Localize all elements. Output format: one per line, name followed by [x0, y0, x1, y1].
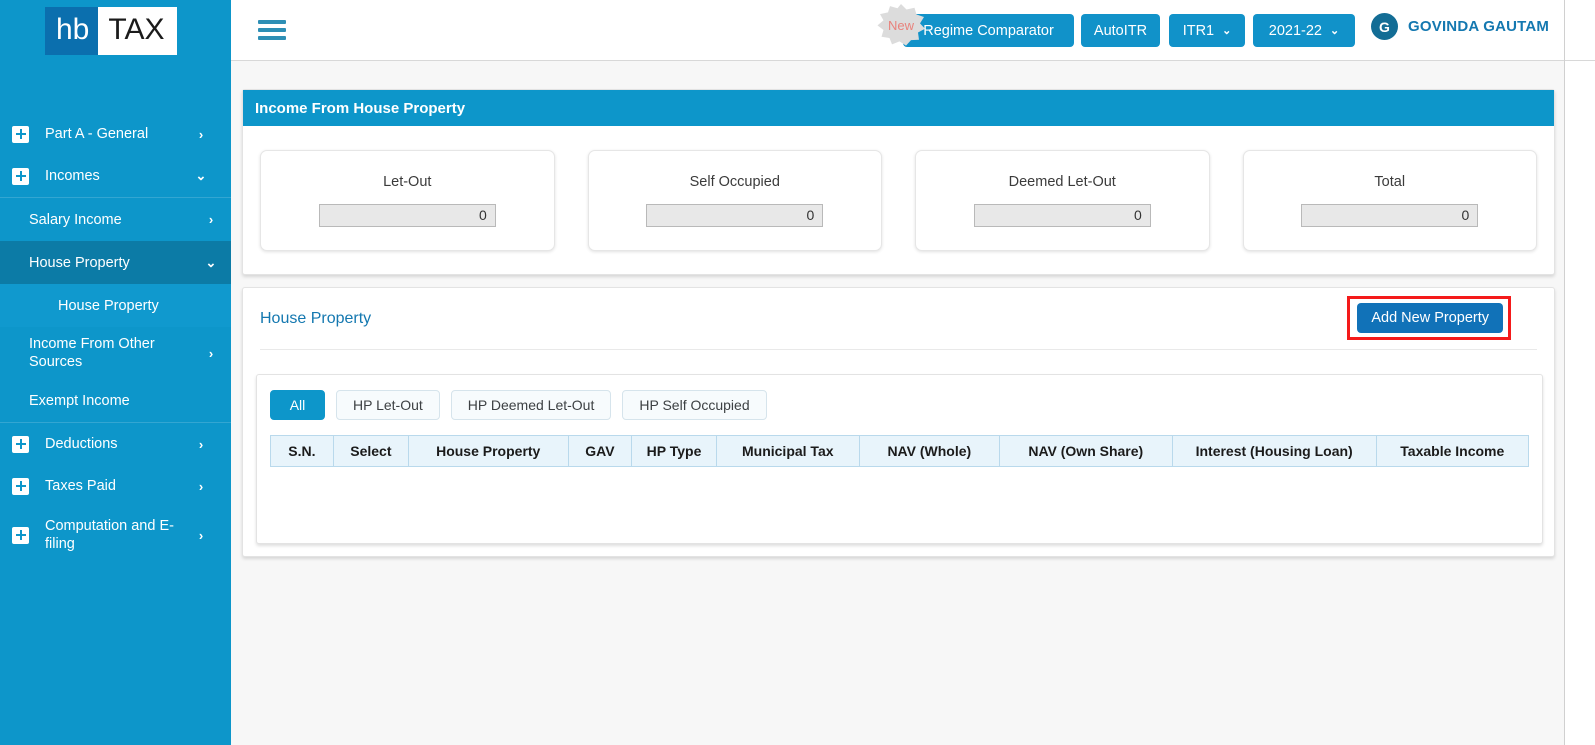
filter-tab-all[interactable]: All — [270, 390, 325, 420]
house-property-panel: House Property Add New Property All HP L… — [242, 287, 1555, 557]
summary-cards-row: Let-Out Self Occupied Deemed Let-Out Tot… — [243, 126, 1554, 274]
summary-card-label: Self Occupied — [689, 173, 780, 190]
chevron-right-icon: › — [198, 126, 204, 142]
chevron-right-icon: › — [208, 345, 214, 361]
column-header-hp-type[interactable]: HP Type — [631, 435, 717, 467]
summary-card-label: Deemed Let-Out — [1008, 173, 1116, 190]
sidebar-item-deductions[interactable]: Deductions › — [0, 423, 231, 465]
page-right-edge — [1564, 0, 1565, 745]
new-badge: New — [877, 4, 925, 46]
sidebar-item-exempt-income[interactable]: Exempt Income — [0, 379, 231, 422]
itr-type-value: ITR1 — [1182, 22, 1215, 39]
regime-comparator-button[interactable]: Regime Comparator — [903, 14, 1074, 47]
user-menu[interactable]: G GOVINDA GAUTAM — [1371, 13, 1549, 40]
column-header-select[interactable]: Select — [332, 435, 409, 467]
summary-card-label: Total — [1374, 173, 1406, 190]
sidebar-item-label: Taxes Paid — [45, 478, 116, 494]
plus-box-icon — [12, 125, 29, 143]
column-header-municipal-tax[interactable]: Municipal Tax — [715, 435, 860, 467]
summary-card-deemed-let-out: Deemed Let-Out — [915, 149, 1210, 251]
let-out-value-input[interactable] — [318, 203, 496, 227]
self-occupied-value-input[interactable] — [646, 203, 824, 227]
sidebar-item-label: House Property — [29, 254, 130, 271]
chevron-right-icon: › — [198, 436, 204, 452]
hamburger-bar — [258, 36, 286, 40]
column-header-interest-housing-loan[interactable]: Interest (Housing Loan) — [1171, 435, 1377, 467]
house-property-header: House Property — [260, 288, 1537, 350]
logo-tax-text: TAX — [98, 7, 177, 55]
summary-card-self-occupied: Self Occupied — [587, 149, 882, 251]
panel-title: Income From House Property — [243, 90, 1554, 126]
sidebar-item-label: Deductions — [45, 436, 118, 452]
column-header-nav-own-share[interactable]: NAV (Own Share) — [998, 435, 1173, 467]
plus-box-icon — [12, 477, 29, 495]
column-header-gav[interactable]: GAV — [567, 435, 633, 467]
deemed-let-out-value-input[interactable] — [973, 203, 1151, 227]
chevron-down-icon: ⌄ — [1222, 25, 1232, 37]
user-name-label: GOVINDA GAUTAM — [1408, 18, 1550, 35]
house-property-table: S.N. Select House Property GAV HP Type M… — [270, 435, 1530, 467]
sidebar-item-label: Income From Other Sources — [29, 336, 155, 370]
section-title: House Property — [260, 309, 372, 327]
sidebar-item-label: Salary Income — [29, 211, 122, 228]
sidebar-item-taxes-paid[interactable]: Taxes Paid › — [0, 465, 231, 507]
plus-box-icon — [12, 526, 29, 544]
chevron-right-icon: › — [198, 527, 204, 543]
app-logo[interactable]: hb TAX — [45, 3, 177, 59]
plus-box-icon — [12, 167, 29, 185]
column-header-house-property[interactable]: House Property — [407, 435, 569, 467]
income-summary-panel: Income From House Property Let-Out Self … — [242, 89, 1555, 275]
logo-hb-text: hb — [45, 7, 99, 55]
chevron-down-icon: ⌄ — [205, 254, 217, 270]
app-root: hb TAX Part A - General › Incomes ⌄ Sala… — [0, 0, 1595, 745]
chevron-right-icon: › — [208, 212, 214, 227]
sidebar-item-label: Computation and E-filing — [45, 518, 174, 552]
main-content: Income From House Property Let-Out Self … — [231, 61, 1564, 745]
avatar: G — [1371, 13, 1398, 40]
summary-card-let-out: Let-Out — [260, 149, 555, 251]
total-value-input[interactable] — [1301, 203, 1479, 227]
sidebar-item-salary-income[interactable]: Salary Income › — [0, 198, 231, 241]
chevron-right-icon: › — [198, 478, 204, 494]
itr-type-dropdown[interactable]: ITR1 ⌄ — [1169, 14, 1245, 47]
summary-card-label: Let-Out — [383, 173, 432, 190]
sidebar-item-computation-and-efiling[interactable]: Computation and E-filing › — [0, 507, 231, 563]
sidebar-item-part-a-general[interactable]: Part A - General › — [0, 113, 231, 155]
summary-card-total: Total — [1242, 149, 1537, 251]
sidebar-item-label: Incomes — [45, 168, 100, 184]
sidebar-item-income-from-other-sources[interactable]: Income From Other Sources › — [0, 327, 231, 379]
plus-box-icon — [12, 435, 29, 453]
sidebar-nav: Part A - General › Incomes ⌄ Salary Inco… — [0, 113, 231, 563]
top-header: New Regime Comparator AutoITR ITR1 ⌄ 202… — [231, 0, 1595, 61]
hamburger-menu-icon[interactable] — [258, 18, 286, 42]
chevron-down-icon: ⌄ — [195, 168, 207, 183]
house-property-list-card: All HP Let-Out HP Deemed Let-Out HP Self… — [256, 374, 1543, 544]
auto-itr-button[interactable]: AutoITR — [1081, 14, 1160, 47]
sidebar-item-label: Part A - General — [45, 126, 149, 142]
sidebar-item-label: Exempt Income — [29, 392, 130, 409]
sidebar: hb TAX Part A - General › Incomes ⌄ Sala… — [0, 0, 231, 745]
hamburger-bar — [258, 20, 286, 24]
filter-tab-hp-self-occupied[interactable]: HP Self Occupied — [622, 390, 767, 420]
sidebar-item-incomes[interactable]: Incomes ⌄ — [0, 155, 231, 197]
hamburger-bar — [258, 28, 286, 32]
filter-tab-hp-let-out[interactable]: HP Let-Out — [336, 390, 440, 420]
property-type-filter-tabs: All HP Let-Out HP Deemed Let-Out HP Self… — [270, 390, 1529, 420]
column-header-nav-whole[interactable]: NAV (Whole) — [858, 435, 1000, 467]
filter-tab-hp-deemed-let-out[interactable]: HP Deemed Let-Out — [450, 390, 612, 420]
add-new-property-button[interactable]: Add New Property — [1357, 303, 1503, 333]
sidebar-subitem-house-property[interactable]: House Property — [0, 284, 231, 327]
sidebar-subitem-label: House Property — [58, 297, 159, 314]
table-header-row: S.N. Select House Property GAV HP Type M… — [270, 435, 1530, 467]
column-header-taxable-income[interactable]: Taxable Income — [1375, 435, 1530, 467]
chevron-down-icon: ⌄ — [1330, 25, 1340, 37]
column-header-sn[interactable]: S.N. — [270, 435, 334, 467]
assessment-year-value: 2021-22 — [1268, 22, 1322, 39]
add-new-property-highlight: Add New Property — [1347, 296, 1511, 340]
sidebar-item-house-property[interactable]: House Property ⌄ — [0, 241, 231, 284]
assessment-year-dropdown[interactable]: 2021-22 ⌄ — [1253, 14, 1355, 47]
